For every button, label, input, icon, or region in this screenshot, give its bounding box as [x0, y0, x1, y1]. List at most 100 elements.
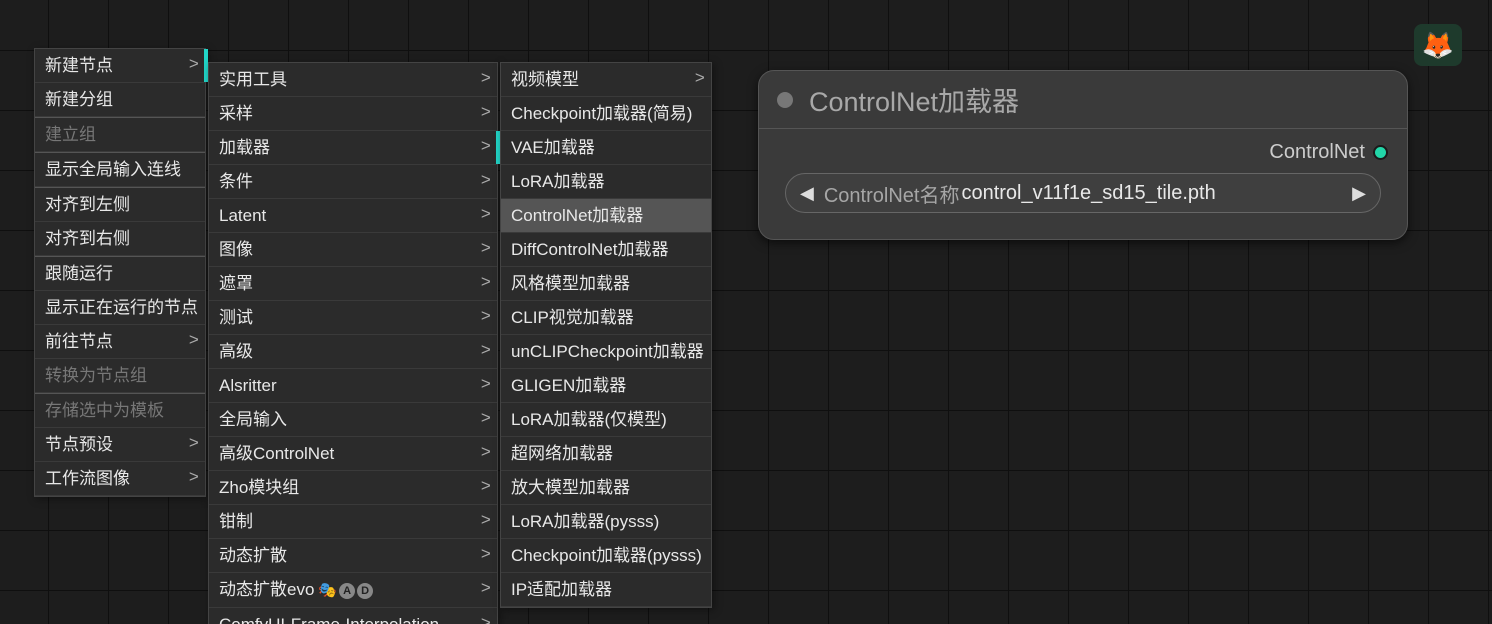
- menu-item-label: unCLIPCheckpoint加载器: [511, 342, 704, 361]
- menu-item[interactable]: 钳制: [209, 505, 497, 539]
- menu-item-label: 节点预设: [45, 435, 113, 454]
- menu-item[interactable]: 高级ControlNet: [209, 437, 497, 471]
- menu-item[interactable]: 跟随运行: [35, 256, 205, 291]
- menu-item-label: 动态扩散: [219, 546, 287, 565]
- menu-item-label: 遮罩: [219, 274, 253, 293]
- menu-item[interactable]: 条件: [209, 165, 497, 199]
- menu-item-label: 动态扩散evo: [219, 580, 314, 599]
- menu-item[interactable]: Checkpoint加载器(pysss): [501, 539, 711, 573]
- menu-item[interactable]: 视频模型: [501, 63, 711, 97]
- menu-item[interactable]: 显示正在运行的节点: [35, 291, 205, 325]
- menu-item[interactable]: 动态扩散: [209, 539, 497, 573]
- menu-item-label: LoRA加载器(pysss): [511, 512, 659, 531]
- menu-item[interactable]: 显示全局输入连线: [35, 152, 205, 187]
- menu-item[interactable]: LoRA加载器(pysss): [501, 505, 711, 539]
- menu-item-label: 新建节点: [45, 56, 113, 75]
- context-menu-level1[interactable]: 新建节点新建分组建立组显示全局输入连线对齐到左侧对齐到右侧跟随运行显示正在运行的…: [34, 48, 206, 497]
- menu-item[interactable]: 高级: [209, 335, 497, 369]
- menu-item[interactable]: 全局输入: [209, 403, 497, 437]
- menu-item-label: 显示正在运行的节点: [45, 298, 198, 317]
- menu-item[interactable]: 节点预设: [35, 428, 205, 462]
- menu-item-label: LoRA加载器: [511, 172, 605, 191]
- menu-item-label: 对齐到右侧: [45, 229, 130, 248]
- menu-item-label: Alsritter: [219, 376, 277, 395]
- menu-item[interactable]: ControlNet加载器: [501, 199, 711, 233]
- menu-item-label: Latent: [219, 206, 266, 225]
- menu-item[interactable]: 测试: [209, 301, 497, 335]
- context-menu-level2[interactable]: 实用工具采样加载器条件 Latent 图像遮罩测试高级 Alsritter 全局输入高级…: [208, 62, 498, 624]
- widget-controlnet-name[interactable]: ◀ ControlNet名称 control_v11f1e_sd15_tile.…: [785, 173, 1381, 213]
- badge-d: D: [357, 583, 373, 599]
- node-controlnet-loader[interactable]: ControlNet加载器 ControlNet ◀ ControlNet名称 …: [758, 70, 1408, 240]
- menu-item[interactable]: 对齐到左侧: [35, 187, 205, 222]
- menu-item-label: 工作流图像: [45, 469, 130, 488]
- menu-item-label: 图像: [219, 240, 253, 259]
- menu-item[interactable]: 新建分组: [35, 83, 205, 117]
- menu-item[interactable]: GLIGEN加载器: [501, 369, 711, 403]
- menu-item[interactable]: Checkpoint加载器(简易): [501, 97, 711, 131]
- menu-item[interactable]: 动态扩散evo🎭AD: [209, 573, 497, 608]
- menu-item-label: 钳制: [219, 512, 253, 531]
- chevron-right-icon[interactable]: ▶: [1348, 183, 1370, 204]
- menu-item-label: 新建分组: [45, 90, 113, 109]
- menu-item[interactable]: DiffControlNet加载器: [501, 233, 711, 267]
- manager-avatar[interactable]: 🦊: [1414, 24, 1462, 66]
- menu-item-label: 转换为节点组: [45, 366, 147, 385]
- widget-label: ControlNet名称: [824, 179, 960, 208]
- menu-item[interactable]: Zho模块组: [209, 471, 497, 505]
- menu-item[interactable]: Latent: [209, 199, 497, 233]
- theater-masks-icon: 🎭: [318, 579, 337, 602]
- menu-item-label: 风格模型加载器: [511, 274, 630, 293]
- menu-item-label: 视频模型: [511, 70, 579, 89]
- menu-item-label: 实用工具: [219, 70, 287, 89]
- menu-item[interactable]: Alsritter: [209, 369, 497, 403]
- menu-item[interactable]: 实用工具: [209, 63, 497, 97]
- menu-item[interactable]: unCLIPCheckpoint加载器: [501, 335, 711, 369]
- menu-item[interactable]: 风格模型加载器: [501, 267, 711, 301]
- menu-item[interactable]: 新建节点: [35, 49, 205, 83]
- menu-item[interactable]: LoRA加载器(仅模型): [501, 403, 711, 437]
- menu-item: 转换为节点组: [35, 359, 205, 393]
- menu-item[interactable]: 采样: [209, 97, 497, 131]
- menu-item[interactable]: 对齐到右侧: [35, 222, 205, 256]
- menu-item[interactable]: LoRA加载器: [501, 165, 711, 199]
- menu-item-label: LoRA加载器(仅模型): [511, 410, 667, 429]
- menu-item-label: 前往节点: [45, 332, 113, 351]
- node-collapse-dot[interactable]: [777, 92, 793, 108]
- chevron-left-icon[interactable]: ◀: [796, 183, 818, 204]
- menu-item[interactable]: 放大模型加载器: [501, 471, 711, 505]
- menu-item-label: Checkpoint加载器(简易): [511, 104, 692, 123]
- menu-item-label: Checkpoint加载器(pysss): [511, 546, 702, 565]
- menu-item-label: 存储选中为模板: [45, 401, 164, 420]
- menu-item[interactable]: 工作流图像: [35, 462, 205, 496]
- menu-item[interactable]: 前往节点: [35, 325, 205, 359]
- menu-item[interactable]: 超网络加载器: [501, 437, 711, 471]
- menu-item[interactable]: 图像: [209, 233, 497, 267]
- node-output-row: ControlNet: [779, 139, 1387, 165]
- menu-item-label: 高级ControlNet: [219, 444, 334, 463]
- menu-item-label: GLIGEN加载器: [511, 376, 626, 395]
- badge-a: A: [339, 583, 355, 599]
- menu-item[interactable]: CLIP视觉加载器: [501, 301, 711, 335]
- menu-item-label: 超网络加载器: [511, 444, 613, 463]
- menu-item-label: 放大模型加载器: [511, 478, 630, 497]
- output-port-controlnet[interactable]: [1373, 145, 1388, 160]
- menu-item[interactable]: IP适配加载器: [501, 573, 711, 607]
- menu-item-label: ControlNet加载器: [511, 206, 643, 225]
- node-output-label: ControlNet: [1269, 141, 1365, 163]
- menu-item[interactable]: ComfyUI-Frame-Interpolation: [209, 608, 497, 624]
- menu-item[interactable]: VAE加载器: [501, 131, 711, 165]
- context-menu-level3[interactable]: 视频模型 Checkpoint加载器(简易) VAE加载器 LoRA加载器 Contro…: [500, 62, 712, 608]
- menu-item-label: 加载器: [219, 138, 270, 157]
- menu-item-label: CLIP视觉加载器: [511, 308, 634, 327]
- menu-item-label: 高级: [219, 342, 253, 361]
- menu-item-label: ComfyUI-Frame-Interpolation: [219, 615, 439, 624]
- menu-item[interactable]: 加载器: [209, 131, 497, 165]
- menu-item-label: IP适配加载器: [511, 580, 612, 599]
- menu-item-label: Zho模块组: [219, 478, 299, 497]
- node-header[interactable]: ControlNet加载器: [759, 71, 1407, 129]
- menu-item[interactable]: 遮罩: [209, 267, 497, 301]
- menu-item-label: 建立组: [45, 125, 96, 144]
- menu-item-label: 对齐到左侧: [45, 195, 130, 214]
- menu-item-label: DiffControlNet加载器: [511, 240, 668, 259]
